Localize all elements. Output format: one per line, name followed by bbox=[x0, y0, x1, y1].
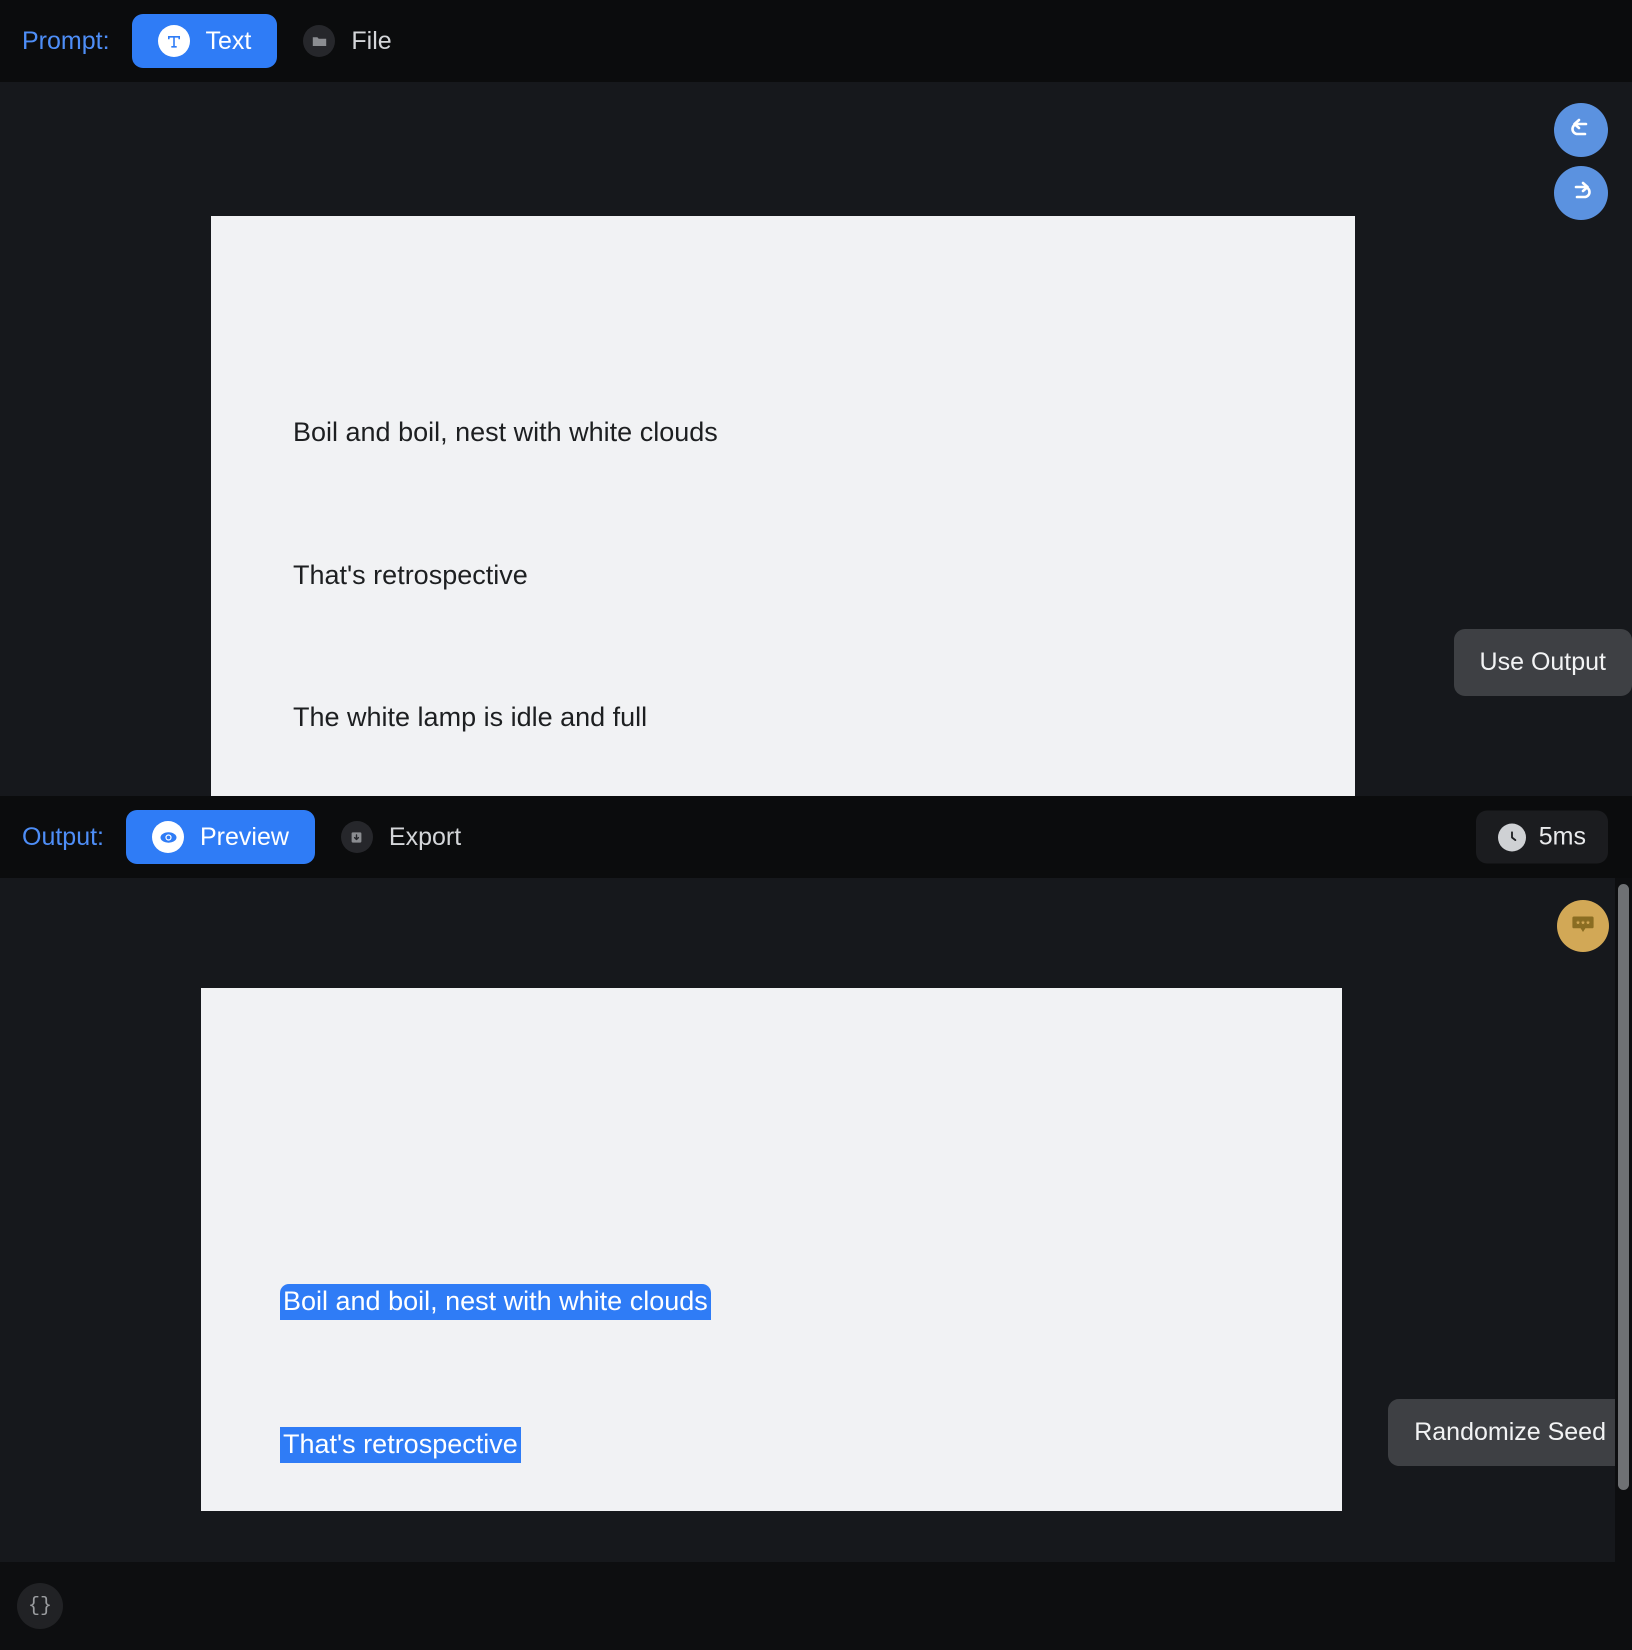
timing-value: 5ms bbox=[1538, 822, 1586, 851]
prompt-text: Boil and boil, nest with white clouds Th… bbox=[293, 314, 718, 796]
text-icon bbox=[157, 25, 190, 57]
prompt-mode-file[interactable]: File bbox=[277, 14, 417, 68]
output-text: Boil and boil, nest with white clouds Th… bbox=[280, 1183, 711, 1562]
output-line: That's retrospective bbox=[280, 1421, 711, 1469]
footer-bar: {} bbox=[0, 1562, 1632, 1650]
output-mode-export-label: Export bbox=[388, 822, 462, 851]
output-scrollbar-thumb[interactable] bbox=[1618, 884, 1629, 1490]
output-mode-preview[interactable]: Preview bbox=[126, 810, 315, 864]
undo-icon bbox=[1566, 113, 1596, 148]
feedback-chat-icon bbox=[1568, 909, 1598, 944]
use-output-button[interactable]: Use Output bbox=[1453, 629, 1632, 696]
output-toolbar: Output: Preview Export 5ms bbox=[0, 796, 1632, 878]
output-line-highlight: That's retrospective bbox=[280, 1426, 521, 1463]
download-icon bbox=[340, 821, 373, 853]
prompt-mode-text[interactable]: Text bbox=[131, 14, 278, 68]
prompt-line: That's retrospective bbox=[293, 559, 528, 590]
output-scrollbar[interactable] bbox=[1615, 878, 1632, 1562]
prompt-line: Boil and boil, nest with white clouds bbox=[293, 417, 718, 447]
randomize-seed-button[interactable]: Randomize Seed bbox=[1388, 1399, 1632, 1466]
clock-icon bbox=[1497, 823, 1526, 851]
feedback-button[interactable] bbox=[1557, 900, 1609, 952]
output-panel: Boil and boil, nest with white clouds Th… bbox=[0, 878, 1632, 1562]
output-line: Boil and boil, nest with white clouds bbox=[280, 1278, 711, 1326]
prompt-line: The white lamp is idle and full bbox=[293, 702, 648, 732]
prompt-panel: Boil and boil, nest with white clouds Th… bbox=[0, 82, 1632, 796]
prompt-toolbar: Prompt: Text File bbox=[0, 0, 1632, 82]
output-line-highlight: Boil and boil, nest with white clouds bbox=[280, 1284, 711, 1320]
prompt-mode-text-label: Text bbox=[205, 26, 252, 55]
app-root: Prompt: Text File Boil and boil, nest wi… bbox=[0, 0, 1632, 1650]
redo-button[interactable] bbox=[1554, 166, 1608, 220]
output-label: Output: bbox=[22, 822, 104, 851]
output-document[interactable]: Boil and boil, nest with white clouds Th… bbox=[201, 988, 1342, 1511]
output-mode-export[interactable]: Export bbox=[315, 810, 487, 864]
json-toggle-button[interactable]: {} bbox=[17, 1583, 63, 1629]
prompt-label: Prompt: bbox=[22, 26, 110, 55]
undo-button[interactable] bbox=[1554, 103, 1608, 157]
redo-icon bbox=[1566, 176, 1596, 211]
output-mode-preview-label: Preview bbox=[200, 822, 289, 851]
eye-icon bbox=[152, 821, 184, 853]
prompt-mode-file-label: File bbox=[351, 26, 392, 55]
timing-badge: 5ms bbox=[1475, 810, 1608, 864]
folder-icon bbox=[303, 25, 336, 57]
prompt-document[interactable]: Boil and boil, nest with white clouds Th… bbox=[211, 216, 1355, 796]
